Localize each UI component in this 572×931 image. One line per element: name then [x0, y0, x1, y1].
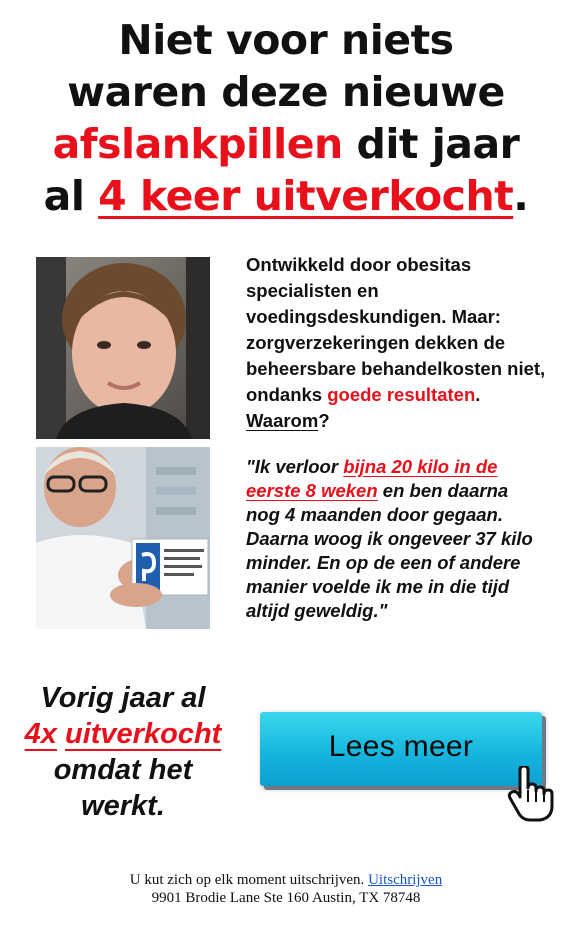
soldout-line-1: Vorig jaar al	[40, 682, 206, 714]
woman-photo	[36, 257, 210, 439]
intro-question-mark: ?	[318, 410, 330, 431]
testimonial-quote: "Ik verloor bijna 20 kilo in de eerste 8…	[246, 455, 546, 623]
headline-line-4-end: .	[513, 172, 529, 220]
doctor-photo	[36, 447, 210, 629]
doctor-photo-illustration	[36, 447, 210, 629]
soldout-line-4: werkt.	[81, 790, 165, 822]
unsubscribe-text: U kut zich op elk moment uitschrijven.	[129, 872, 365, 888]
address: 9901 Brodie Lane Ste 160 Austin, TX 7874…	[151, 890, 421, 906]
unsubscribe-link[interactable]: Uitschrijven	[368, 872, 442, 888]
footer: U kut zich op elk moment uitschrijven. U…	[0, 871, 572, 907]
quote-rest: en ben daarna nog 4 maanden door gegaan.…	[246, 480, 533, 621]
headline-line-4-start: al	[43, 172, 99, 220]
headline-line-3: afslankpillen dit jaar	[0, 118, 572, 170]
intro-question-link[interactable]: Waarom	[246, 410, 318, 431]
soldout-line-2: 4x uitverkocht	[0, 716, 246, 752]
headline-product-word: afslankpillen	[52, 120, 344, 168]
woman-photo-illustration	[36, 257, 210, 439]
lees-meer-button[interactable]: Lees meer	[260, 712, 542, 786]
intro-paragraph: Ontwikkeld door obesitas specialisten en…	[246, 252, 546, 434]
quote-open: "Ik verloor	[246, 456, 344, 477]
headline-soldout-phrase: 4 keer uitverkocht	[98, 172, 514, 220]
intro-after: .	[475, 384, 481, 405]
soldout-word: uitverkocht	[65, 718, 222, 750]
soldout-count: 4x	[24, 718, 57, 750]
intro-text: Ontwikkeld door obesitas specialisten en…	[246, 254, 546, 405]
headline-line-4: al 4 keer uitverkocht.	[0, 170, 572, 222]
headline-line-1: Niet voor niets	[118, 16, 454, 64]
headline: Niet voor niets waren deze nieuwe afslan…	[0, 14, 572, 222]
unsubscribe-line: U kut zich op elk moment uitschrijven. U…	[0, 871, 572, 889]
hand-pointer-icon	[506, 764, 558, 822]
soldout-claim: Vorig jaar al 4x uitverkocht omdat het w…	[0, 680, 246, 824]
intro-highlight: goede resultaten	[327, 384, 476, 405]
headline-line-2: waren deze nieuwe	[67, 68, 505, 116]
headline-line-3-rest: dit jaar	[342, 120, 520, 168]
lees-meer-label: Lees meer	[328, 730, 474, 763]
soldout-line-3: omdat het	[53, 754, 193, 786]
